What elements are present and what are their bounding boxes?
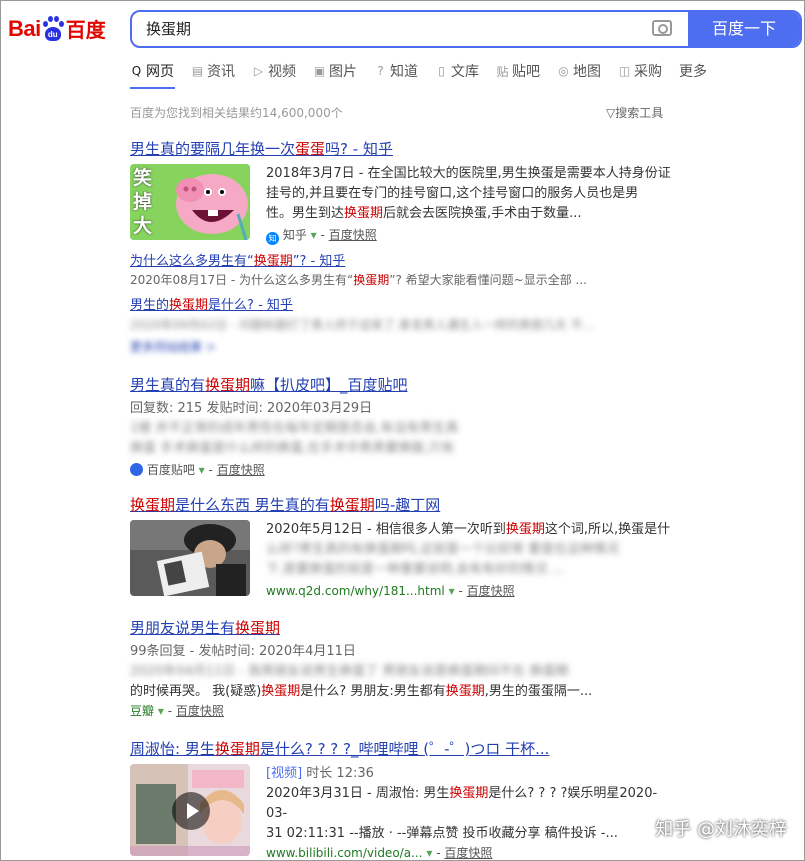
video-tag: [视频]	[266, 766, 303, 781]
result-bilibili: 周淑怡: 男生换蛋期是什么? ? ? ?_哔哩哔哩 (゜-゜)つロ 干杯...	[130, 738, 690, 759]
tieba-icon	[130, 463, 143, 476]
tab-news[interactable]: ▤ 资讯	[191, 62, 235, 80]
logo-cn: 百度	[65, 18, 106, 42]
document-icon: ▯	[438, 64, 445, 78]
tab-tieba[interactable]: 贴贴吧	[496, 62, 540, 80]
sublink-title[interactable]: 男生的换蛋期是什么? - 知乎	[130, 294, 670, 313]
result-douban: 男朋友说男生有换蛋期 99条回复 - 发帖时间: 2020年4月11日 2020…	[130, 617, 670, 720]
snapshot-link[interactable]: 百度快照	[467, 584, 515, 598]
snapshot-link[interactable]: 百度快照	[329, 228, 377, 242]
active-tab-indicator	[130, 87, 175, 89]
tab-more[interactable]: 更多	[679, 62, 707, 80]
result-abstract: [视频] 时长 12:36 2020年3月31日 - 周淑怡: 男生换蛋期是什么…	[266, 766, 658, 860]
result-title[interactable]: 男朋友说男生有换蛋期	[130, 617, 670, 638]
sublink-title[interactable]: 为什么这么多男生有“换蛋期”? - 知乎	[130, 250, 670, 269]
video-icon: ▷	[253, 64, 264, 78]
result-abstract: 2018年3月7日 - 在全国比较大的医院里,男生换蛋是需要本人持身份证 挂号的…	[266, 166, 671, 245]
tab-zhidao[interactable]: ? 知道	[374, 62, 418, 80]
search-tabs: Q 网页 ▤ 资讯 ▷ 视频 ▣ 图片 ? 知道 ▯ 文库 贴贴吧 ◎ 地图 ◫ 采购 更多	[130, 62, 724, 80]
result-title[interactable]: 男生真的要隔几年换一次蛋蛋吗? - 知乎	[130, 138, 670, 159]
tab-map[interactable]: ◎ 地图	[557, 62, 601, 80]
chevron-down-icon[interactable]: ▾	[449, 584, 455, 598]
baidu-logo[interactable]: Bai du 百度	[8, 14, 106, 43]
result-url[interactable]: www.q2d.com/why/181...html	[266, 584, 445, 598]
chevron-down-icon[interactable]: ▾	[158, 704, 164, 718]
result-title[interactable]: 男生真的有换蛋期嘛【扒皮吧】_百度贴吧	[130, 374, 670, 395]
result-url[interactable]: www.bilibili.com/video/a...	[266, 846, 423, 860]
result-zhihu: 男生真的要隔几年换一次蛋蛋吗? - 知乎	[130, 138, 670, 159]
video-thumbnail[interactable]	[130, 764, 250, 856]
search-tools-button[interactable]: ▽搜索工具	[606, 104, 663, 121]
result-title[interactable]: 换蛋期是什么东西 男生真的有换蛋期吗-趣丁网	[130, 494, 670, 515]
result-thumbnail[interactable]	[130, 520, 250, 596]
result-abstract: 2020年5月12日 - 相信很多人第一次听到换蛋期这个词,所以,换蛋是什 么样…	[266, 522, 671, 598]
camera-icon[interactable]	[652, 20, 672, 36]
source-tieba[interactable]: 百度贴吧	[147, 463, 195, 477]
search-bar: 换蛋期 百度一下	[130, 10, 802, 48]
tab-web[interactable]: Q 网页	[130, 62, 174, 80]
paw-icon: du	[42, 15, 64, 42]
result-tieba: 男生真的有换蛋期嘛【扒皮吧】_百度贴吧 回复数: 215 发贴时间: 2020年…	[130, 374, 670, 479]
result-sublink: 为什么这么多男生有“换蛋期”? - 知乎 2020年08月17日 - 为什么这么…	[130, 250, 670, 357]
tab-purchase[interactable]: ◫ 采购	[618, 62, 662, 80]
play-icon[interactable]	[172, 792, 210, 830]
search-button[interactable]: 百度一下	[688, 12, 800, 46]
chevron-down-icon[interactable]: ▾	[311, 228, 317, 242]
image-icon: ▣	[313, 64, 326, 78]
source-zhihu[interactable]: 知乎	[283, 228, 307, 242]
snapshot-link[interactable]: 百度快照	[217, 463, 265, 477]
result-thumbnail[interactable]: 笑掉大	[130, 164, 250, 240]
tab-images[interactable]: ▣ 图片	[313, 62, 357, 80]
search-input[interactable]: 换蛋期	[132, 12, 688, 46]
snapshot-link[interactable]: 百度快照	[444, 846, 492, 860]
more-results-link[interactable]: 更多同站结果 >	[130, 337, 670, 357]
watermark: 知乎 @刘沐奕梓	[655, 819, 787, 840]
search-icon: Q	[131, 64, 142, 78]
thumb-caption: 笑掉大	[133, 167, 153, 237]
result-title[interactable]: 周淑怡: 男生换蛋期是什么? ? ? ?_哔哩哔哩 (゜-゜)つロ 干杯...	[130, 738, 690, 759]
map-icon: ◎	[558, 64, 569, 78]
snapshot-link[interactable]: 百度快照	[176, 704, 224, 718]
question-icon: ?	[377, 64, 384, 78]
cart-icon: ◫	[618, 64, 631, 78]
tab-wenku[interactable]: ▯ 文库	[435, 62, 479, 80]
chevron-down-icon[interactable]: ▾	[199, 463, 205, 477]
logo-bai: Bai	[8, 15, 41, 41]
zhihu-icon: 知	[266, 232, 279, 245]
chevron-down-icon[interactable]: ▾	[426, 846, 432, 860]
result-q2d: 换蛋期是什么东西 男生真的有换蛋期吗-趣丁网	[130, 494, 670, 515]
result-count: 百度为您找到相关结果约14,600,000个	[130, 106, 343, 120]
tab-video[interactable]: ▷ 视频	[252, 62, 296, 80]
news-icon: ▤	[191, 64, 204, 78]
tieba-icon: 贴	[496, 64, 509, 79]
source-douban[interactable]: 豆瓣	[130, 704, 154, 718]
